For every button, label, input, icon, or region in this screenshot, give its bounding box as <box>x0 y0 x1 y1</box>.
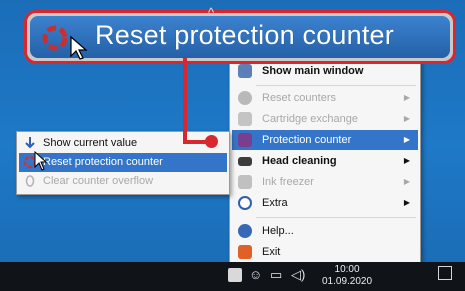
chevron-up-icon[interactable]: ^ <box>208 5 214 25</box>
menu-item-protection-counter[interactable]: Protection counter ▶ <box>232 130 418 150</box>
menu-item-exit[interactable]: Exit <box>232 242 418 262</box>
clock-time: 10:00 <box>334 264 360 275</box>
submenu-item-reset-protection-counter[interactable]: Reset protection counter <box>19 153 227 172</box>
submenu-arrow-icon: ▶ <box>403 177 410 186</box>
tray-context-menu: Show main window Reset counters ▶ Cartri… <box>229 56 421 270</box>
callout-title: Reset protection counter <box>95 20 394 50</box>
printer-tray-icon[interactable] <box>228 268 242 282</box>
clock-date: 01.09.2020 <box>322 276 373 287</box>
people-icon[interactable]: ☺ <box>249 267 262 287</box>
menu-item-show-main-window[interactable]: Show main window <box>232 61 418 81</box>
menu-item-ink-freezer[interactable]: Ink freezer ▶ <box>232 172 418 192</box>
submenu-item-clear-counter-overflow[interactable]: Clear counter overflow <box>19 172 227 191</box>
menu-item-help[interactable]: Help... <box>232 221 418 241</box>
help-icon <box>238 224 252 238</box>
submenu-arrow-icon: ▶ <box>403 156 410 165</box>
mouse-cursor-icon <box>34 150 48 171</box>
menu-item-reset-counters[interactable]: Reset counters ▶ <box>232 88 418 108</box>
mouse-cursor-icon <box>70 35 88 60</box>
submenu-arrow-icon: ▶ <box>403 135 410 144</box>
menu-separator <box>256 217 416 218</box>
submenu-arrow-icon: ▶ <box>403 114 410 123</box>
menu-item-head-cleaning[interactable]: Head cleaning ▶ <box>232 151 418 171</box>
window-icon <box>238 64 252 78</box>
exit-icon <box>238 245 252 259</box>
callout-leader-dot <box>205 135 218 148</box>
shield-icon <box>238 133 252 147</box>
submenu-arrow-icon: ▶ <box>403 93 410 102</box>
volume-icon[interactable]: ◁) <box>291 267 305 287</box>
reset-icon <box>238 91 252 105</box>
snowflake-icon <box>238 175 252 189</box>
network-icon[interactable]: ▭ <box>270 267 282 287</box>
submenu-arrow-icon: ▶ <box>403 198 410 207</box>
callout-leader-line <box>183 58 187 144</box>
menu-separator <box>256 85 416 86</box>
printhead-icon <box>238 157 252 166</box>
menu-item-cartridge-exchange[interactable]: Cartridge exchange ▶ <box>232 109 418 129</box>
notification-icon[interactable] <box>438 266 452 280</box>
extra-icon <box>238 196 252 210</box>
zero-icon <box>23 174 37 188</box>
cartridge-icon <box>238 112 252 126</box>
menu-item-extra[interactable]: Extra ▶ <box>232 193 418 213</box>
reset-icon <box>42 25 68 51</box>
tray-clock[interactable]: 10:00 01.09.2020 <box>322 264 372 288</box>
callout-banner: Reset protection counter <box>24 10 456 64</box>
info-icon <box>23 136 37 150</box>
